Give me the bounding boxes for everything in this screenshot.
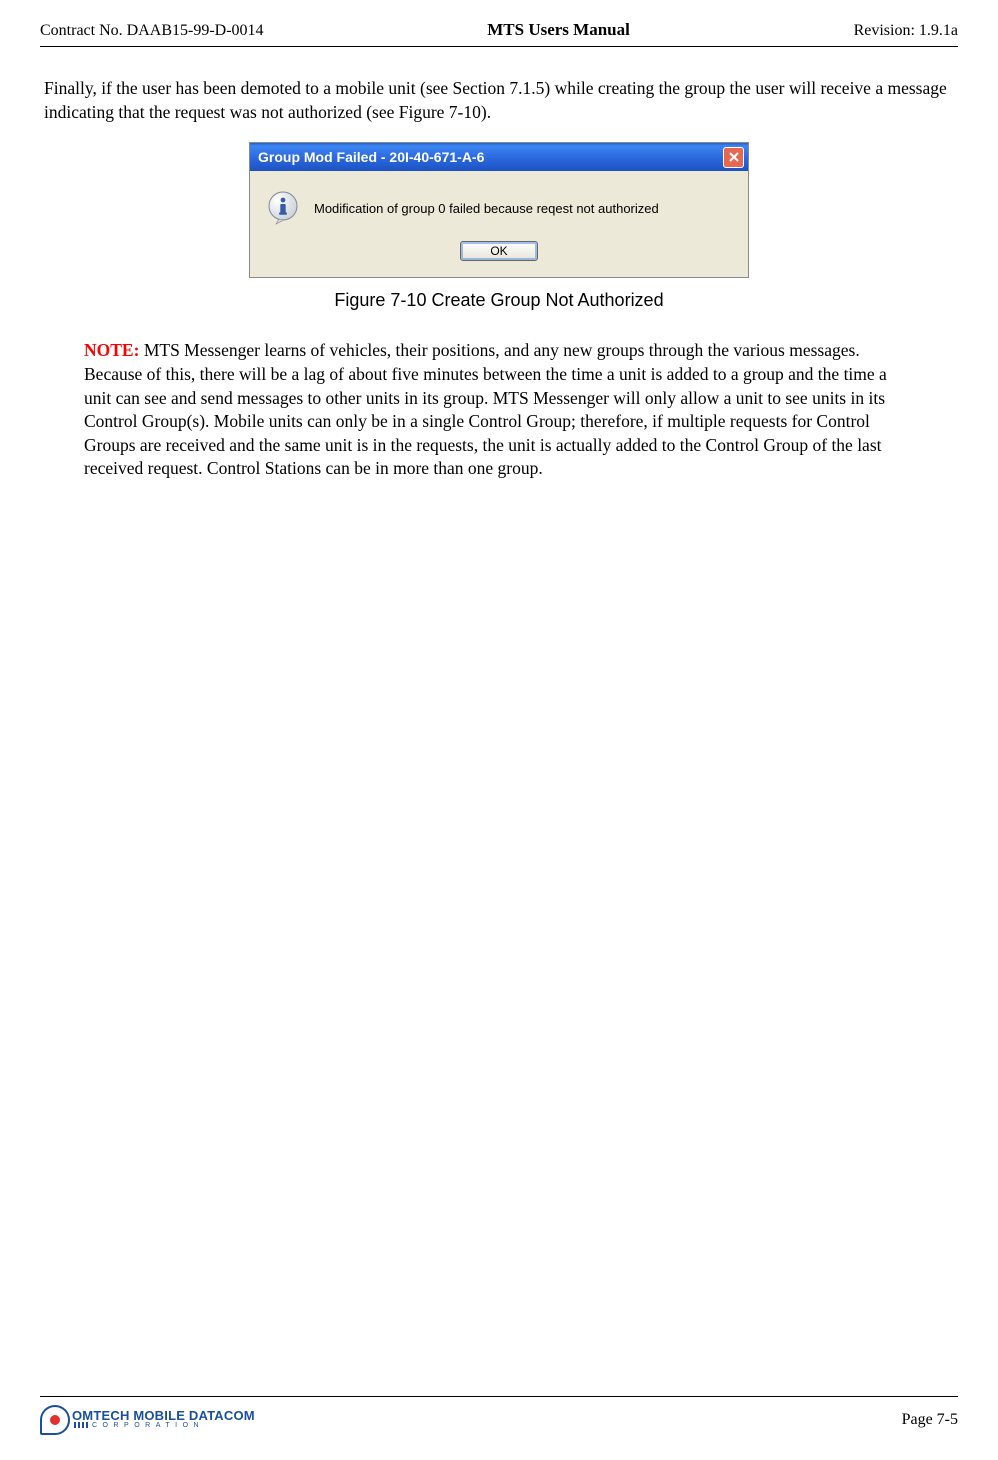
dialog-title: Group Mod Failed - 20I-40-671-A-6 — [258, 149, 484, 165]
dialog-button-row: OK — [250, 235, 748, 277]
header-divider — [40, 46, 958, 47]
page-number: Page 7-5 — [902, 1411, 958, 1429]
close-icon[interactable] — [723, 147, 744, 168]
page-header: Contract No. DAAB15-99-D-0014 MTS Users … — [40, 20, 958, 46]
dialog-message: Modification of group 0 failed because r… — [314, 201, 659, 216]
header-contract: Contract No. DAAB15-99-D-0014 — [40, 22, 264, 40]
note-label: NOTE: — [84, 340, 139, 360]
header-revision: Revision: 1.9.1a — [854, 22, 958, 40]
page-footer: OMTECH MOBILE DATACOM CORPORATION Page 7… — [40, 1396, 958, 1435]
logo-corporation-line: CORPORATION — [72, 1422, 255, 1429]
page-body: Finally, if the user has been demoted to… — [40, 77, 958, 481]
note-body: MTS Messenger learns of vehicles, their … — [84, 340, 887, 478]
logo-brand-line: OMTECH MOBILE DATACOM — [72, 1410, 255, 1422]
dialog-window: Group Mod Failed - 20I-40-671-A-6 — [249, 142, 749, 278]
logo-emblem-icon — [40, 1405, 70, 1435]
ok-button[interactable]: OK — [460, 241, 538, 261]
header-title: MTS Users Manual — [487, 20, 630, 40]
company-logo: OMTECH MOBILE DATACOM CORPORATION — [40, 1405, 255, 1435]
figure-caption: Figure 7-10 Create Group Not Authorized — [44, 290, 954, 311]
note-paragraph: NOTE: MTS Messenger learns of vehicles, … — [44, 339, 954, 481]
info-icon — [266, 191, 300, 225]
paragraph-intro: Finally, if the user has been demoted to… — [44, 77, 954, 124]
dialog-body: Modification of group 0 failed because r… — [250, 171, 748, 235]
footer-divider — [40, 1396, 958, 1397]
dialog-titlebar: Group Mod Failed - 20I-40-671-A-6 — [250, 143, 748, 171]
